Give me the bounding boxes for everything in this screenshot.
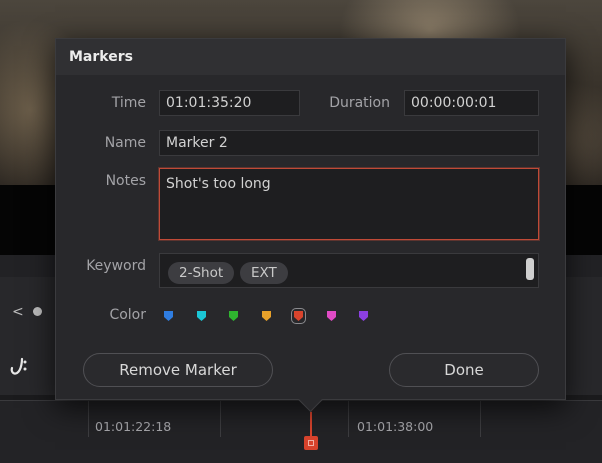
color-swatch-blue[interactable] <box>164 311 173 321</box>
keyword-label: Keyword <box>86 258 146 274</box>
snapping-hook-icon[interactable] <box>8 356 30 380</box>
keyword-scrollbar[interactable] <box>526 258 534 280</box>
duration-label: Duration <box>329 95 390 111</box>
timeline-marker[interactable] <box>304 436 318 450</box>
dialog-title: Markers <box>69 49 133 65</box>
dot-icon[interactable] <box>32 307 42 316</box>
done-button[interactable]: Done <box>389 353 539 387</box>
ruler-timecode: 01:01:38:00 <box>357 419 434 434</box>
ruler-tick <box>220 401 221 437</box>
ruler-tick <box>480 401 481 437</box>
ruler-tick <box>88 401 89 437</box>
duration-field[interactable] <box>404 90 539 116</box>
color-swatch-green[interactable] <box>229 311 238 321</box>
notes-label: Notes <box>105 173 146 189</box>
ruler-tick <box>348 401 349 437</box>
color-swatch-purple[interactable] <box>359 311 368 321</box>
timeline-nav[interactable]: < <box>12 304 42 320</box>
color-swatch-red[interactable] <box>291 308 306 324</box>
notes-field[interactable]: Shot's too long <box>159 168 539 240</box>
chevron-left-icon[interactable]: < <box>12 304 24 320</box>
color-swatch-cyan[interactable] <box>196 311 206 321</box>
name-label: Name <box>104 135 146 151</box>
keyword-field[interactable]: 2-Shot EXT <box>159 253 539 288</box>
name-field[interactable] <box>159 130 539 156</box>
color-swatch-pink[interactable] <box>326 311 336 321</box>
remove-marker-button[interactable]: Remove Marker <box>83 353 273 387</box>
color-label: Color <box>109 307 146 323</box>
color-swatch-yellow[interactable] <box>261 311 271 321</box>
time-label: Time <box>111 95 146 111</box>
dialog-header: Markers <box>56 39 565 75</box>
keyword-tag[interactable]: 2-Shot <box>168 262 235 284</box>
keyword-tag[interactable]: EXT <box>240 262 288 284</box>
markers-dialog: Markers Time Duration Name Notes Shot's … <box>55 38 566 413</box>
time-field[interactable] <box>159 90 300 116</box>
ruler-timecode: 01:01:22:18 <box>95 419 172 434</box>
